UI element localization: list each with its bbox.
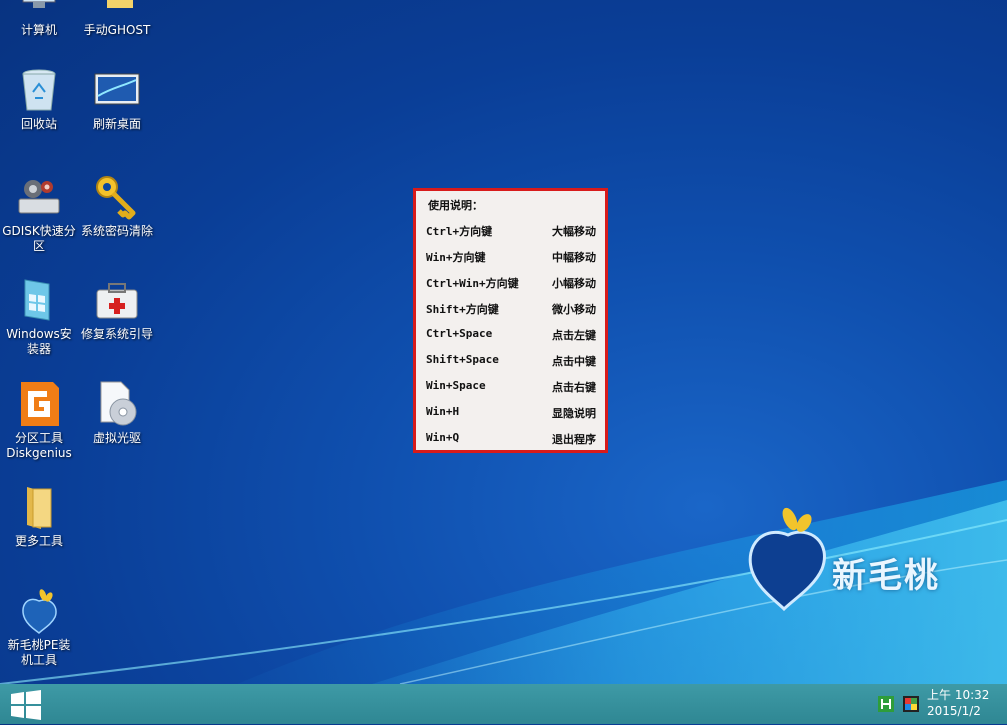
display-icon[interactable] (903, 696, 919, 712)
key-icon (93, 173, 141, 221)
help-key: Ctrl+方向键 (426, 225, 493, 238)
help-key: Shift+Space (426, 353, 499, 366)
icon-label: 修复系统引导 (80, 327, 153, 341)
help-key: Shift+方向键 (426, 303, 499, 316)
peach-logo-icon (748, 507, 826, 612)
help-key: Ctrl+Win+方向键 (426, 277, 519, 290)
icon-label: 系统密码清除 (80, 224, 153, 238)
help-key: Win+Q (426, 431, 460, 444)
desktop-icon-gdisk[interactable]: GDISK快速分区 (2, 173, 76, 254)
recycle-bin-icon (15, 66, 63, 114)
desktop-icon-computer[interactable]: 计算机 (2, 0, 76, 38)
help-row: Win+方向键 中幅移动 (426, 249, 598, 267)
help-key: Ctrl+Space (426, 327, 493, 340)
refresh-desktop-icon (93, 66, 141, 114)
help-row: Shift+方向键 微小移动 (426, 301, 598, 319)
help-key: Win+方向键 (426, 251, 486, 264)
icon-label: Windows安装器 (6, 327, 72, 356)
icon-label: 虚拟光驱 (92, 431, 141, 445)
icon-label: 新毛桃PE装机工具 (7, 638, 71, 667)
help-action: 微小移动 (552, 303, 596, 316)
icon-label: 刷新桌面 (92, 117, 141, 131)
icon-label: 回收站 (20, 117, 57, 131)
icon-label: 更多工具 (14, 534, 63, 548)
help-action: 退出程序 (552, 433, 596, 446)
help-action: 大幅移动 (552, 225, 596, 238)
help-row: Ctrl+方向键 大幅移动 (426, 223, 598, 241)
help-row: Ctrl+Win+方向键 小幅移动 (426, 275, 598, 293)
virtual-drive-icon (93, 380, 141, 428)
icon-label: 分区工具Diskgenius (6, 431, 72, 460)
computer-icon (15, 0, 63, 20)
taskbar: 上午 10:32 2015/1/2 (0, 684, 1007, 724)
help-action: 点击右键 (552, 381, 596, 394)
help-row: Win+Space 点击右键 (426, 379, 598, 397)
help-row: Ctrl+Space 点击左键 (426, 327, 598, 345)
help-key: Win+H (426, 405, 460, 418)
help-row: Win+Q 退出程序 (426, 431, 598, 449)
icon-label: GDISK快速分区 (2, 224, 76, 253)
clock-date: 2015/1/2 (927, 704, 981, 718)
brand-name: 新毛桃 (832, 556, 940, 596)
desktop-icon-diskgenius[interactable]: 分区工具Diskgenius (2, 380, 76, 461)
help-action: 显隐说明 (552, 407, 596, 420)
ghost-icon (93, 0, 141, 20)
clock-time: 上午 10:32 (927, 688, 990, 702)
help-row: Shift+Space 点击中键 (426, 353, 598, 371)
help-action: 点击中键 (552, 355, 596, 368)
help-action: 点击左键 (552, 329, 596, 342)
desktop-icon-refresh-desktop[interactable]: 刷新桌面 (80, 66, 154, 132)
brand-logo: 新毛桃 (744, 505, 974, 615)
help-action: 中幅移动 (552, 251, 596, 264)
help-key: Win+Space (426, 379, 486, 392)
desktop-icon-windows-installer[interactable]: Windows安装器 (2, 276, 76, 357)
folder-icon (15, 483, 63, 531)
desktop-icon-password-clear[interactable]: 系统密码清除 (80, 173, 154, 239)
gdisk-icon (15, 173, 63, 221)
help-action: 小幅移动 (552, 277, 596, 290)
windows-installer-icon (15, 276, 63, 324)
icon-label: 计算机 (20, 23, 57, 37)
help-row: Win+H 显隐说明 (426, 405, 598, 423)
desktop-icon-ghost[interactable]: 手动GHOST (80, 0, 154, 38)
desktop-icon-repair-boot[interactable]: 修复系统引导 (80, 276, 154, 342)
desktop-icon-recycle-bin[interactable]: 回收站 (2, 66, 76, 132)
usage-help-panel: 使用说明： Ctrl+方向键 大幅移动 Win+方向键 中幅移动 Ctrl+Wi… (413, 188, 608, 453)
help-title: 使用说明： (428, 199, 483, 212)
peach-logo-icon (15, 587, 63, 635)
h-app-icon[interactable] (878, 696, 894, 712)
desktop-icon-virtual-drive[interactable]: 虚拟光驱 (80, 380, 154, 446)
desktop-icon-more-tools[interactable]: 更多工具 (2, 483, 76, 549)
windows-logo-icon (11, 690, 41, 720)
system-clock[interactable]: 上午 10:32 2015/1/2 (927, 687, 997, 719)
repair-kit-icon (93, 276, 141, 324)
start-button[interactable] (10, 689, 42, 721)
desktop-icon-peach-pe[interactable]: 新毛桃PE装机工具 (2, 587, 76, 668)
diskgenius-icon (15, 380, 63, 428)
icon-label: 手动GHOST (83, 23, 151, 37)
